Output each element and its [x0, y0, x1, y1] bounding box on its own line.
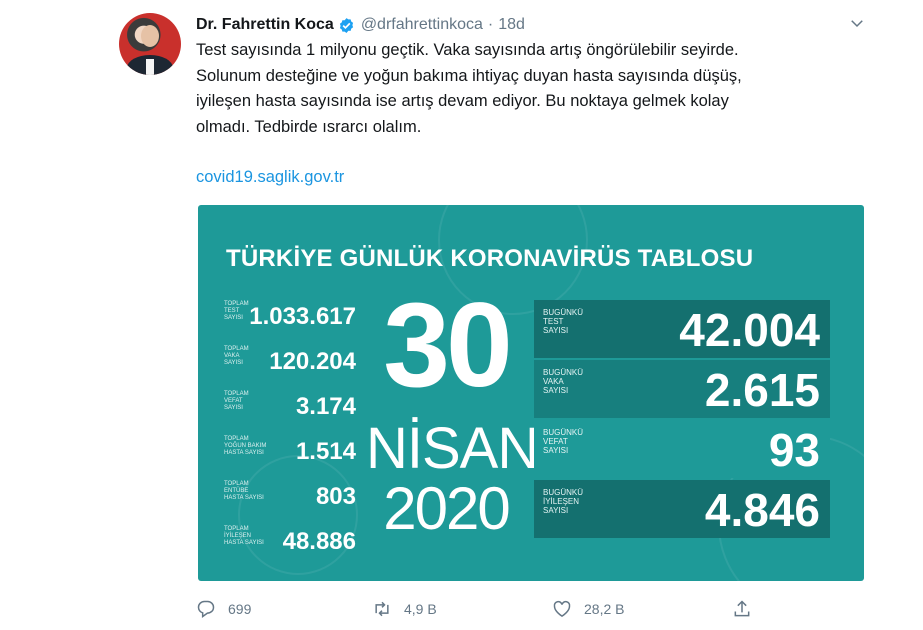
stat-label-line: ENTÜBE	[224, 488, 249, 494]
stat-label: BUGÜNKÜ VEFAT SAYISI	[543, 428, 583, 455]
stat-label: BUGÜNKÜ TEST SAYISI	[543, 308, 583, 335]
like-count: 28,2 B	[584, 601, 625, 617]
stat-label: TOPLAM İYİLEŞEN HASTA SAYISI	[224, 526, 264, 547]
retweet-icon	[375, 601, 389, 617]
stat-value: 2.615	[704, 364, 820, 416]
total-stat-row: TOPLAM YOĞUN BAKIM HASTA SAYISI 1.514	[224, 434, 356, 479]
tweet-time[interactable]: 18d	[498, 16, 525, 34]
tweet-link[interactable]: covid19.saglik.gov.tr	[196, 168, 344, 187]
verified-badge-icon	[338, 17, 355, 34]
stat-value: 803	[315, 483, 356, 510]
stat-label-line: TOPLAM	[224, 346, 249, 352]
stat-label-line: SAYISI	[543, 386, 569, 395]
tweet-image-card[interactable]: TÜRKİYE GÜNLÜK KORONAVİRÜS TABLOSU TOPLA…	[198, 205, 864, 581]
stat-value: 3.174	[295, 393, 356, 420]
share-icon	[734, 600, 750, 617]
share-button[interactable]	[732, 596, 764, 622]
total-stat-row: TOPLAM VEFAT SAYISI 3.174	[224, 389, 356, 434]
daily-stats: BUGÜNKÜ TEST SAYISI 42.004 BUGÜNKÜ VAKA …	[534, 300, 830, 540]
stat-label-line: SAYISI	[224, 360, 243, 366]
stat-label: BUGÜNKÜ VAKA SAYISI	[543, 368, 583, 395]
date-year: 2020	[383, 475, 510, 542]
stat-label-line: İYİLEŞEN	[543, 497, 580, 506]
stat-label-line: BUGÜNKÜ	[543, 308, 584, 317]
stat-label: TOPLAM YOĞUN BAKIM HASTA SAYISI	[224, 436, 267, 457]
daily-stat-box: BUGÜNKÜ TEST SAYISI 42.004	[534, 300, 830, 358]
tweet-text-line: iyileşen hasta sayısında ise artış devam…	[196, 92, 729, 110]
like-button[interactable]: 28,2 B	[552, 596, 624, 622]
separator-dot: ·	[487, 16, 494, 33]
stat-label-line: HASTA SAYISI	[224, 540, 264, 546]
stat-label: TOPLAM VAKA SAYISI	[224, 346, 264, 367]
tweet-header: Dr. Fahrettin Koca @drfahrettinkoca · 18…	[196, 14, 525, 36]
date-month: NİSAN	[366, 416, 539, 481]
chevron-down-icon[interactable]	[848, 14, 866, 32]
stat-label-line: HASTA SAYISI	[224, 450, 264, 456]
stat-label-line: VAKA	[224, 353, 240, 359]
stat-label-line: SAYISI	[224, 405, 243, 411]
total-stat-row: TOPLAM VAKA SAYISI 120.204	[224, 344, 356, 389]
author-name[interactable]: Dr. Fahrettin Koca	[196, 16, 334, 34]
reply-button[interactable]: 699	[196, 596, 251, 622]
stat-label-line: TOPLAM	[224, 526, 249, 532]
author-handle[interactable]: @drfahrettinkoca	[361, 16, 483, 34]
date-day: 30	[383, 278, 512, 412]
heart-icon	[553, 600, 571, 617]
stat-label-line: VEFAT	[224, 398, 243, 404]
stat-value: 1.514	[295, 438, 356, 465]
tweet-text-line: olmadı. Tedbirde ısrarcı olalım.	[196, 117, 422, 136]
stat-label-line: YOĞUN BAKIM	[224, 443, 267, 449]
tweet-actions: 699 4,9 B 28,2 B	[196, 596, 766, 624]
stat-label-line: TOPLAM	[224, 436, 249, 442]
stat-label-line: BUGÜNKÜ	[543, 428, 584, 437]
reply-count: 699	[228, 601, 252, 617]
avatar-shirt	[146, 59, 154, 75]
retweet-count: 4,9 B	[404, 601, 437, 617]
stat-value: 4.846	[704, 484, 820, 536]
avatar[interactable]	[119, 13, 181, 75]
stat-label-line: VAKA	[543, 377, 564, 386]
retweet-button[interactable]: 4,9 B	[372, 596, 437, 622]
stat-label: BUGÜNKÜ İYİLEŞEN SAYISI	[543, 488, 583, 515]
stat-label-line: HASTA SAYISI	[224, 495, 264, 501]
reply-icon	[197, 600, 215, 618]
report-date: 30 NİSAN 2020	[366, 278, 539, 542]
avatar-face	[141, 25, 159, 47]
tweet-text: Test sayısında 1 milyonu geçtik. Vaka sa…	[196, 38, 876, 140]
card-title: TÜRKİYE GÜNLÜK KORONAVİRÜS TABLOSU	[226, 245, 754, 272]
stat-label: TOPLAM VEFAT SAYISI	[224, 391, 264, 412]
stat-label-line: BUGÜNKÜ	[543, 368, 584, 377]
stat-value: 48.886	[282, 528, 356, 555]
stat-label-line: TOPLAM	[224, 391, 249, 397]
stat-value: 42.004	[679, 304, 820, 356]
stat-value: 120.204	[269, 348, 356, 375]
stat-label-line: SAYISI	[543, 506, 569, 515]
stat-label-line: VEFAT	[543, 437, 568, 446]
stat-value: 1.033.617	[249, 303, 356, 330]
daily-stat-box: BUGÜNKÜ VEFAT SAYISI 93	[534, 420, 830, 478]
stat-label-line: İYİLEŞEN	[224, 533, 252, 539]
total-stats: TOPLAM TEST SAYISI 1.033.617 TOPLAM VAKA…	[224, 299, 356, 569]
total-stat-row: TOPLAM ENTÜBE HASTA SAYISI 803	[224, 479, 356, 524]
stat-label-line: TEST	[543, 317, 564, 326]
stat-label-line: SAYISI	[543, 446, 569, 455]
total-stat-row: TOPLAM İYİLEŞEN HASTA SAYISI 48.886	[224, 524, 356, 569]
stat-label-line: SAYISI	[543, 326, 569, 335]
stat-value: 93	[768, 424, 820, 476]
total-stat-row: TOPLAM TEST SAYISI 1.033.617	[224, 299, 356, 344]
stat-label-line: TOPLAM	[224, 481, 249, 487]
daily-stat-box: BUGÜNKÜ VAKA SAYISI 2.615	[534, 360, 830, 418]
stat-label-line: BUGÜNKÜ	[543, 488, 584, 497]
daily-stat-box: BUGÜNKÜ İYİLEŞEN SAYISI 4.846	[534, 480, 830, 538]
stat-label: TOPLAM ENTÜBE HASTA SAYISI	[224, 481, 264, 502]
tweet-text-line: Solunum desteğine ve yoğun bakıma ihtiya…	[196, 66, 742, 85]
tweet-text-line: Test sayısında 1 milyonu geçtik. Vaka sa…	[196, 41, 739, 59]
